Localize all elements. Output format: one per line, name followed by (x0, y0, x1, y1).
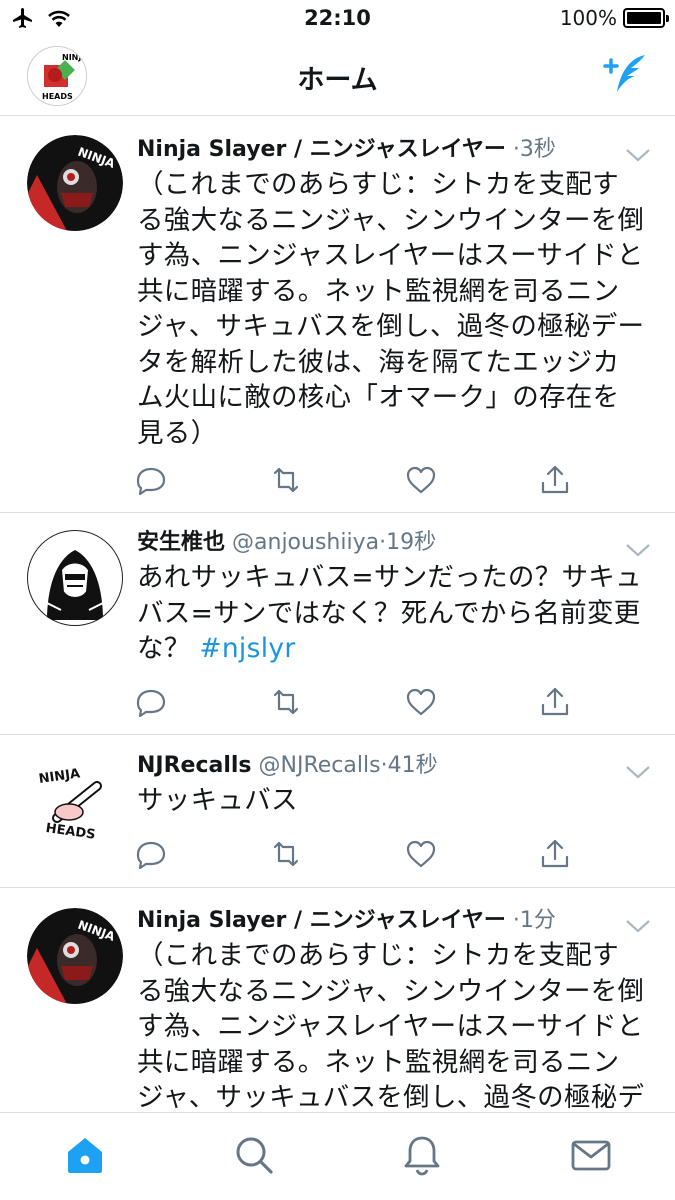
tweet-text: サッキュバス (137, 785, 298, 816)
chevron-down-icon[interactable] (625, 764, 651, 780)
retweet-icon[interactable] (269, 837, 303, 871)
tweet-author-name[interactable]: Ninja Slayer / ニンジャスレイヤー (137, 137, 506, 162)
ninja-slayer-avatar-icon: NINJA (27, 908, 123, 1004)
share-icon[interactable] (538, 685, 572, 719)
compose-tweet-icon (603, 55, 645, 92)
ninja-heads-avatar-icon: NINJA HEADS (27, 752, 123, 848)
tweet-handle[interactable]: @anjoushiiya (232, 530, 379, 555)
chevron-down-icon[interactable] (625, 147, 651, 163)
tweet-timestamp[interactable]: 41秒 (388, 753, 438, 778)
tweet[interactable]: 安生椎也 @anjoushiiya·19秒 あれサッキュバス=サンだったの？サキ… (0, 513, 675, 735)
chevron-down-icon[interactable] (625, 542, 651, 558)
tweet-handle[interactable]: @NJRecalls (259, 753, 381, 778)
status-bar: 22:10 100% (0, 0, 675, 38)
tweet-author-name[interactable]: NJRecalls (137, 753, 252, 778)
compose-button[interactable] (601, 52, 651, 98)
tweet-author-name[interactable]: Ninja Slayer / ニンジャスレイヤー (137, 908, 506, 933)
battery-icon (623, 8, 669, 28)
tweet[interactable]: NINJA HEADS NJRecalls @NJRecalls·41秒 サッキ… (0, 735, 675, 888)
tweet-timestamp[interactable]: 3秒 (520, 137, 556, 162)
tweet-avatar[interactable]: NINJA HEADS (27, 752, 123, 848)
timeline[interactable]: NINJA Ninja Slayer / ニンジャスレイヤー ·3秒 （これまで… (0, 117, 675, 1112)
tweet-header: NJRecalls @NJRecalls·41秒 (137, 749, 651, 783)
tweet-separator: · (512, 908, 520, 933)
tweet[interactable]: NINJA Ninja Slayer / ニンジャスレイヤー ·3秒 （これまで… (0, 117, 675, 513)
messages-icon[interactable] (569, 1133, 613, 1177)
notifications-icon[interactable] (400, 1133, 444, 1177)
tweet-author-name[interactable]: 安生椎也 (137, 530, 225, 555)
tweet-header: Ninja Slayer / ニンジャスレイヤー ·1分 (137, 904, 651, 938)
share-icon[interactable] (538, 463, 572, 497)
reply-icon[interactable] (134, 837, 168, 871)
ninja-sketch-avatar-icon (27, 530, 123, 626)
hashtag-link[interactable]: #njslyr (199, 633, 295, 664)
share-icon[interactable] (538, 837, 572, 871)
home-icon[interactable] (63, 1133, 107, 1177)
chevron-down-icon[interactable] (625, 918, 651, 934)
tweet-timestamp[interactable]: 19秒 (386, 530, 436, 555)
tweet-avatar[interactable]: NINJA (27, 135, 123, 231)
like-icon[interactable] (404, 837, 438, 871)
search-icon[interactable] (232, 1133, 276, 1177)
nav-header: NINJA HEADS ホーム (0, 38, 675, 116)
battery-percent: 100% (559, 6, 617, 30)
tab-bar (0, 1112, 675, 1200)
status-right: 100% (559, 6, 669, 30)
retweet-icon[interactable] (269, 463, 303, 497)
reply-icon[interactable] (134, 463, 168, 497)
retweet-icon[interactable] (269, 685, 303, 719)
tweet-header: Ninja Slayer / ニンジャスレイヤー ·3秒 (137, 133, 651, 167)
tweet-timestamp[interactable]: 1分 (520, 908, 556, 933)
ninja-slayer-avatar-icon: NINJA (27, 135, 123, 231)
tweet-separator: · (380, 753, 388, 778)
tweet-text: あれサッキュバス=サンだったの？サキュ バス=サンではなく？死んでから名前変更 … (137, 562, 642, 664)
tweet-header: 安生椎也 @anjoushiiya·19秒 (137, 526, 651, 560)
tweet-separator: · (512, 137, 520, 162)
like-icon[interactable] (404, 685, 438, 719)
tweet-text: （これまでのあらすじ：シトカを支配す る強大なるニンジャ、シンウインターを倒 す… (137, 940, 645, 1112)
tweet-avatar[interactable]: NINJA (27, 908, 123, 1004)
like-icon[interactable] (404, 463, 438, 497)
tweet-text: （これまでのあらすじ：シトカを支配す る強大なるニンジャ、シンウインターを倒 す… (137, 169, 645, 449)
reply-icon[interactable] (134, 685, 168, 719)
tweet[interactable]: NINJA Ninja Slayer / ニンジャスレイヤー ·1分 （これまで… (0, 888, 675, 1112)
page-title: ホーム (297, 65, 378, 96)
tweet-avatar[interactable] (27, 530, 123, 626)
